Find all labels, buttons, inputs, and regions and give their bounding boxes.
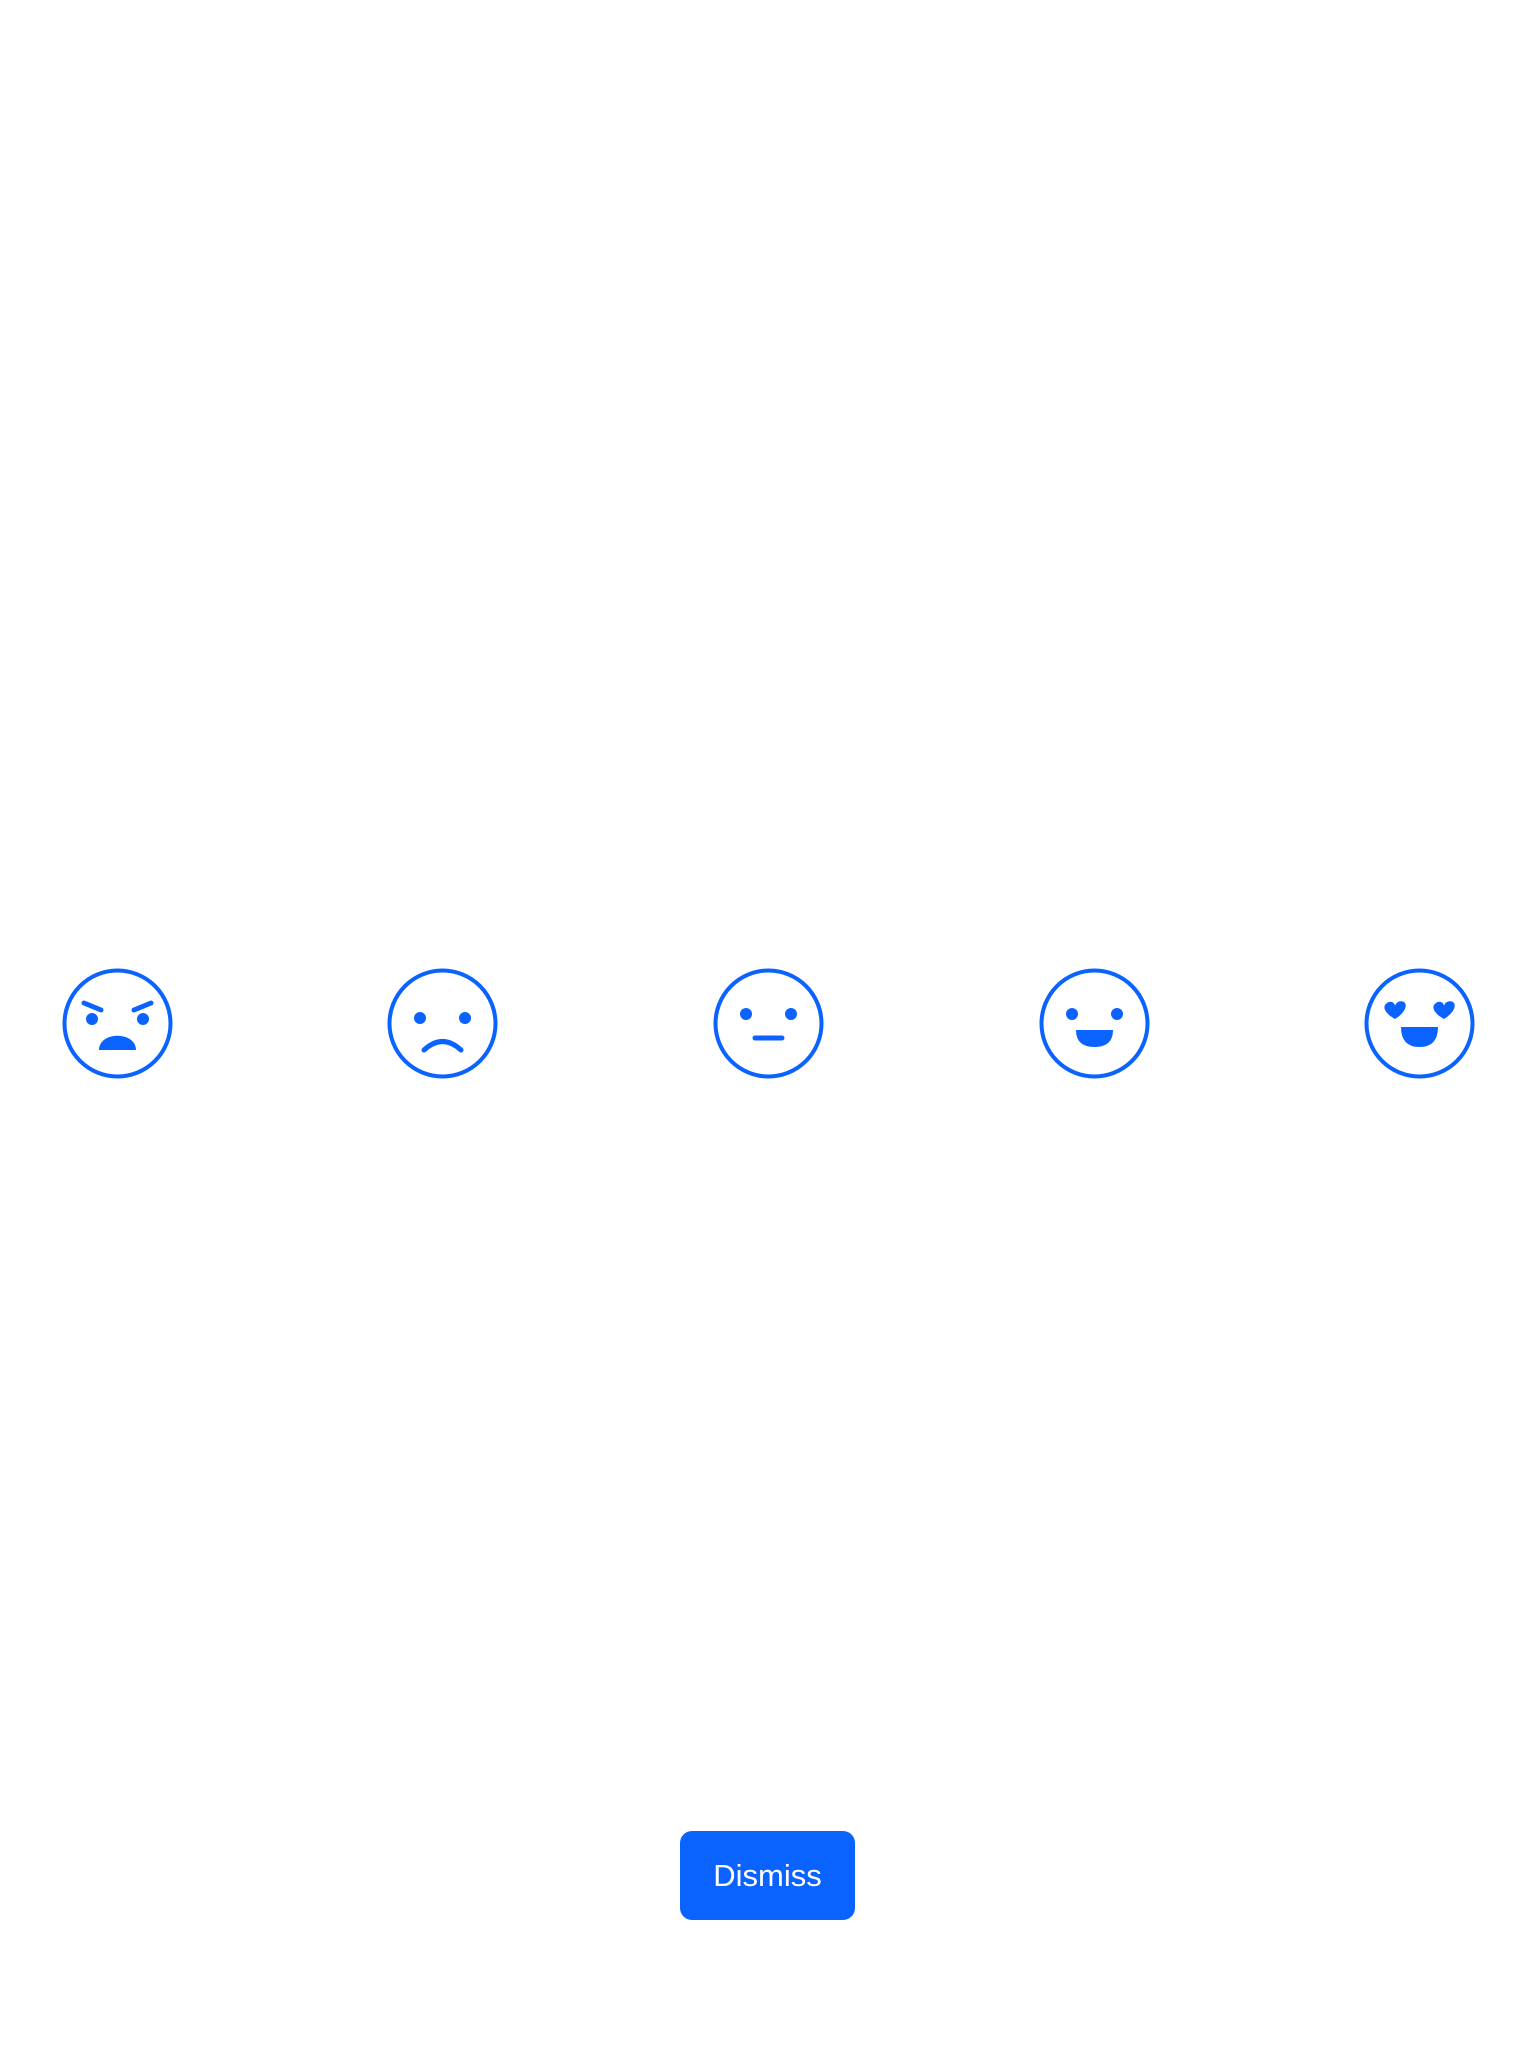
rating-option-neutral[interactable]	[712, 967, 825, 1080]
angry-face-icon	[62, 968, 173, 1079]
neutral-face-icon	[713, 968, 824, 1079]
dismiss-button[interactable]: Dismiss	[680, 1831, 855, 1920]
happy-face-icon	[1039, 968, 1150, 1079]
rating-option-love[interactable]	[1363, 967, 1476, 1080]
heart-eyes-face-icon	[1364, 968, 1475, 1079]
emoji-rating-row	[0, 967, 1536, 1080]
sad-face-icon	[387, 968, 498, 1079]
rating-option-happy[interactable]	[1038, 967, 1151, 1080]
rating-option-angry[interactable]	[61, 967, 174, 1080]
rating-screen: Dismiss	[0, 0, 1536, 2048]
rating-option-sad[interactable]	[386, 967, 499, 1080]
